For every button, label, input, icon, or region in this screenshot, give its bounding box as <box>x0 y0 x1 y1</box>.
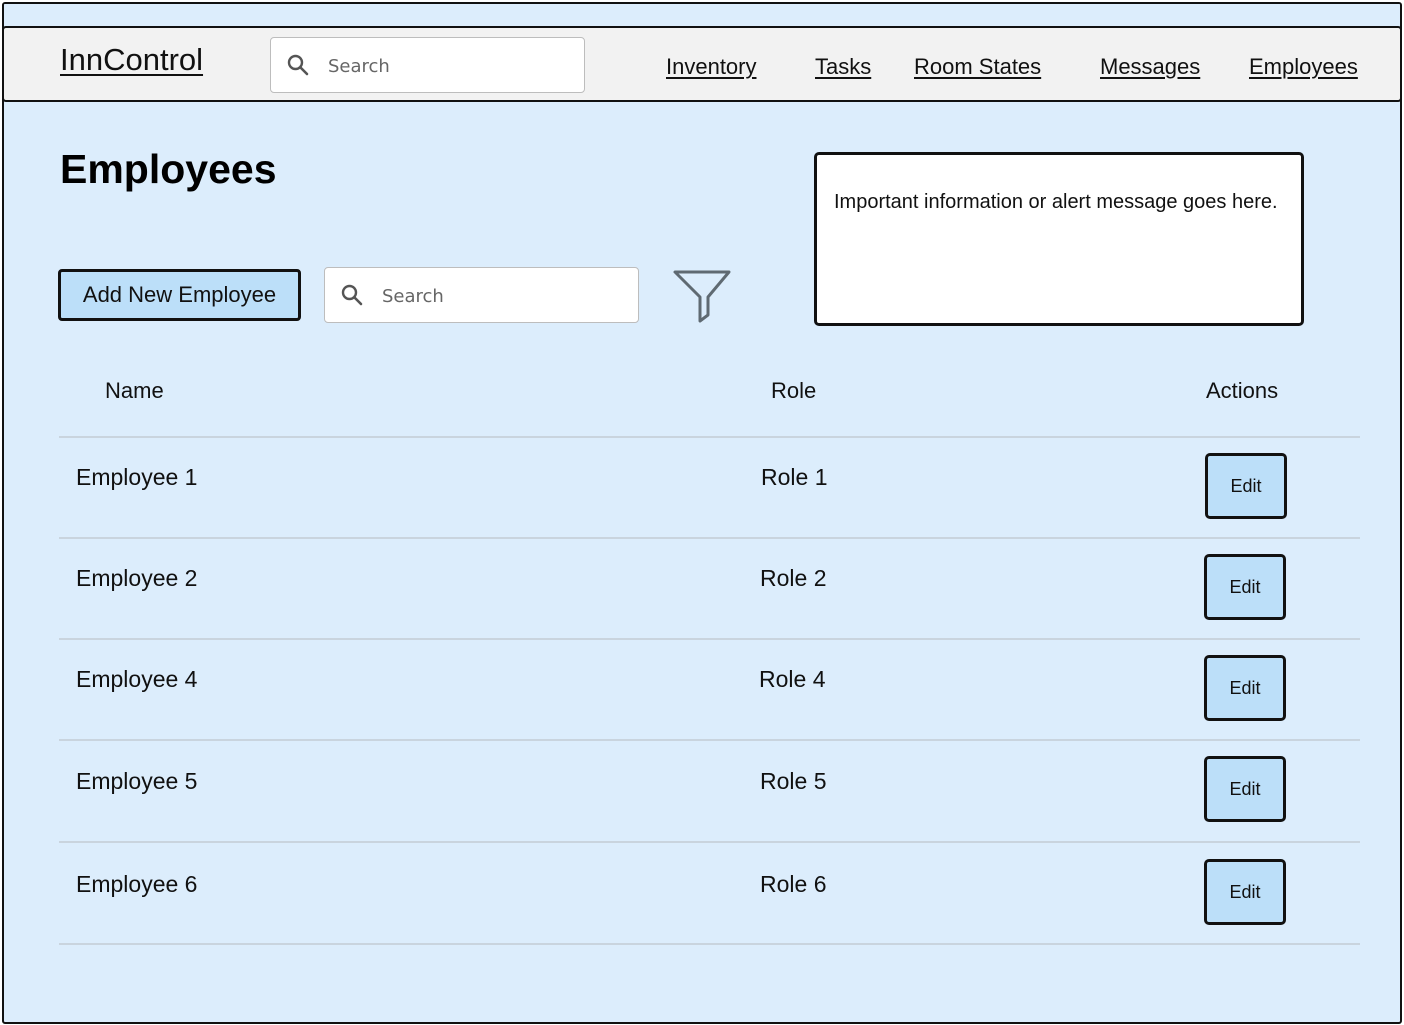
edit-button[interactable]: Edit <box>1205 453 1287 519</box>
employee-name: Employee 1 <box>76 464 198 490</box>
search-icon <box>341 284 363 306</box>
search-icon <box>287 54 309 76</box>
employee-search[interactable] <box>324 267 639 323</box>
row-divider <box>59 638 1360 640</box>
employee-name: Employee 2 <box>76 565 198 591</box>
column-header-name: Name <box>105 378 164 403</box>
add-new-employee-button[interactable]: Add New Employee <box>58 269 301 321</box>
global-search[interactable] <box>270 37 585 93</box>
employee-role: Role 1 <box>761 464 828 490</box>
row-divider <box>59 841 1360 843</box>
nav-link-room-states[interactable]: Room States <box>914 54 1041 80</box>
edit-button[interactable]: Edit <box>1204 756 1286 822</box>
top-strip <box>4 4 1400 27</box>
edit-button[interactable]: Edit <box>1204 859 1286 925</box>
column-header-role: Role <box>771 378 817 403</box>
page-title: Employees <box>60 146 277 192</box>
app-window: InnControl Inventory Tasks Room States M… <box>2 2 1402 1024</box>
employee-role: Role 5 <box>760 768 827 794</box>
top-navbar: InnControl Inventory Tasks Room States M… <box>4 26 1400 102</box>
column-header-actions: Actions <box>1206 378 1279 403</box>
nav-link-messages[interactable]: Messages <box>1100 54 1200 80</box>
employee-role: Role 6 <box>760 871 827 897</box>
nav-link-inventory[interactable]: Inventory <box>666 54 757 80</box>
row-divider <box>59 537 1360 539</box>
brand-logo-link[interactable]: InnControl <box>60 42 203 78</box>
employee-role: Role 2 <box>760 565 827 591</box>
employee-name: Employee 6 <box>76 871 198 897</box>
nav-link-tasks[interactable]: Tasks <box>815 54 871 80</box>
edit-button[interactable]: Edit <box>1204 554 1286 620</box>
employee-search-input[interactable] <box>380 280 624 312</box>
row-divider <box>59 739 1360 741</box>
row-divider <box>59 436 1360 438</box>
employee-name: Employee 5 <box>76 768 198 794</box>
row-divider <box>59 943 1360 945</box>
employee-name: Employee 4 <box>76 666 198 692</box>
alert-box: Important information or alert message g… <box>814 152 1304 326</box>
employee-role: Role 4 <box>759 666 826 692</box>
nav-link-employees[interactable]: Employees <box>1249 54 1358 80</box>
edit-button[interactable]: Edit <box>1204 655 1286 721</box>
global-search-input[interactable] <box>326 50 570 82</box>
filter-icon[interactable] <box>672 269 732 325</box>
